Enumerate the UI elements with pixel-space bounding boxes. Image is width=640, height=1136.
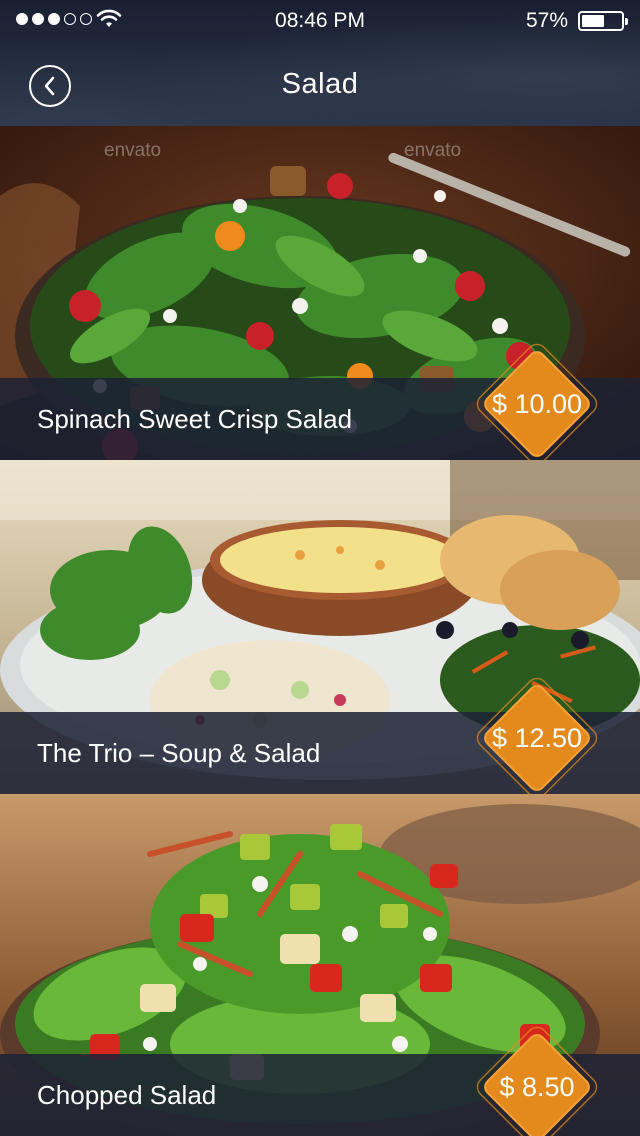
menu-item-card[interactable]: Chopped Salad $ 8.50	[0, 794, 640, 1136]
header: 08:46 PM 57% Salad	[0, 0, 640, 126]
menu-item-card[interactable]: The Trio – Soup & Salad $ 12.50	[0, 460, 640, 794]
battery-icon	[578, 11, 628, 31]
price-badge: $ 12.50	[474, 675, 600, 794]
page-title: Salad	[281, 68, 359, 100]
status-bar: 08:46 PM 57%	[0, 0, 640, 40]
nav-bar: Salad	[0, 40, 640, 126]
price-badge: $ 8.50	[474, 1024, 600, 1136]
item-price: $ 12.50	[491, 722, 583, 753]
item-price: $ 10.00	[491, 388, 583, 419]
battery-percentage: 57%	[525, 9, 568, 32]
price-badge: $ 10.00	[474, 341, 600, 460]
menu-item-card[interactable]: envato envato Spinach Sweet Crisp Salad …	[0, 126, 640, 460]
watermark: envato	[404, 140, 462, 161]
item-name: Spinach Sweet Crisp Salad	[37, 404, 353, 434]
watermark: envato	[104, 140, 162, 161]
item-name: The Trio – Soup & Salad	[37, 738, 321, 768]
item-name: Chopped Salad	[37, 1080, 217, 1110]
item-price: $ 8.50	[499, 1071, 575, 1102]
